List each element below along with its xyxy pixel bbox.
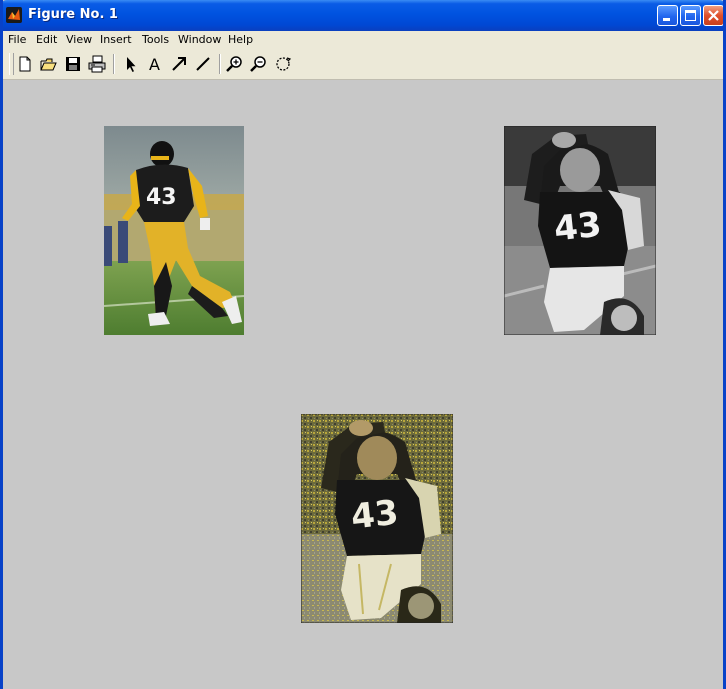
zoom-in-icon — [226, 56, 242, 72]
menu-tools[interactable]: Tools — [142, 33, 169, 46]
figure-window: Figure No. 1 File Edit View Insert Tools… — [0, 0, 726, 689]
select-arrow-icon — [127, 57, 136, 72]
axes-original-image[interactable]: 43 — [104, 126, 244, 335]
new-file-icon — [19, 56, 31, 72]
menu-insert[interactable]: Insert — [100, 33, 132, 46]
zoom-out-icon — [250, 56, 266, 72]
menu-view[interactable]: View — [66, 33, 92, 46]
axes-grayscale-image[interactable]: 43 — [504, 126, 656, 335]
open-folder-icon — [40, 58, 57, 71]
jersey-number: 43 — [552, 205, 603, 250]
posterized-photo: 43 — [301, 414, 453, 623]
rotate-3d-button[interactable] — [273, 54, 293, 74]
matlab-icon — [6, 7, 22, 23]
insert-arrow-button[interactable] — [169, 54, 189, 74]
axes-posterized-image[interactable]: 43 — [301, 414, 453, 623]
window-title: Figure No. 1 — [28, 7, 118, 22]
insert-arrow-icon — [172, 57, 186, 71]
edit-plot-button[interactable] — [121, 54, 141, 74]
close-icon — [708, 10, 719, 21]
open-file-button[interactable] — [39, 54, 59, 74]
menu-help[interactable]: Help — [228, 33, 253, 46]
menu-bar: File Edit View Insert Tools Window Help — [3, 31, 723, 49]
grayscale-photo: 43 — [504, 126, 656, 335]
zoom-out-button[interactable] — [249, 54, 269, 74]
menu-edit[interactable]: Edit — [36, 33, 57, 46]
insert-text-button[interactable]: A — [145, 54, 165, 74]
minimize-icon — [663, 18, 670, 21]
jersey-number: 43 — [146, 185, 177, 210]
maximize-button[interactable] — [680, 5, 701, 26]
toolbar-grip[interactable] — [9, 53, 14, 75]
jersey-number: 43 — [349, 493, 400, 538]
svg-text:A: A — [149, 55, 160, 74]
print-button[interactable] — [87, 54, 107, 74]
title-bar[interactable]: Figure No. 1 — [3, 0, 723, 31]
toolbar-separator — [113, 54, 115, 74]
maximize-icon — [685, 10, 696, 21]
toolbar-separator — [219, 54, 221, 74]
close-button[interactable] — [703, 5, 723, 26]
zoom-in-button[interactable] — [225, 54, 245, 74]
print-icon — [88, 55, 106, 73]
menu-file[interactable]: File — [8, 33, 26, 46]
new-figure-button[interactable] — [15, 54, 35, 74]
original-color-photo: 43 — [104, 126, 244, 335]
figure-toolbar: A — [3, 49, 723, 80]
save-button[interactable] — [63, 54, 83, 74]
menu-window[interactable]: Window — [178, 33, 221, 46]
insert-text-icon: A — [149, 55, 160, 74]
save-icon — [66, 57, 80, 71]
insert-line-button[interactable] — [193, 54, 213, 74]
insert-line-icon — [196, 57, 210, 71]
rotate-3d-icon — [276, 57, 292, 71]
minimize-button[interactable] — [657, 5, 678, 26]
